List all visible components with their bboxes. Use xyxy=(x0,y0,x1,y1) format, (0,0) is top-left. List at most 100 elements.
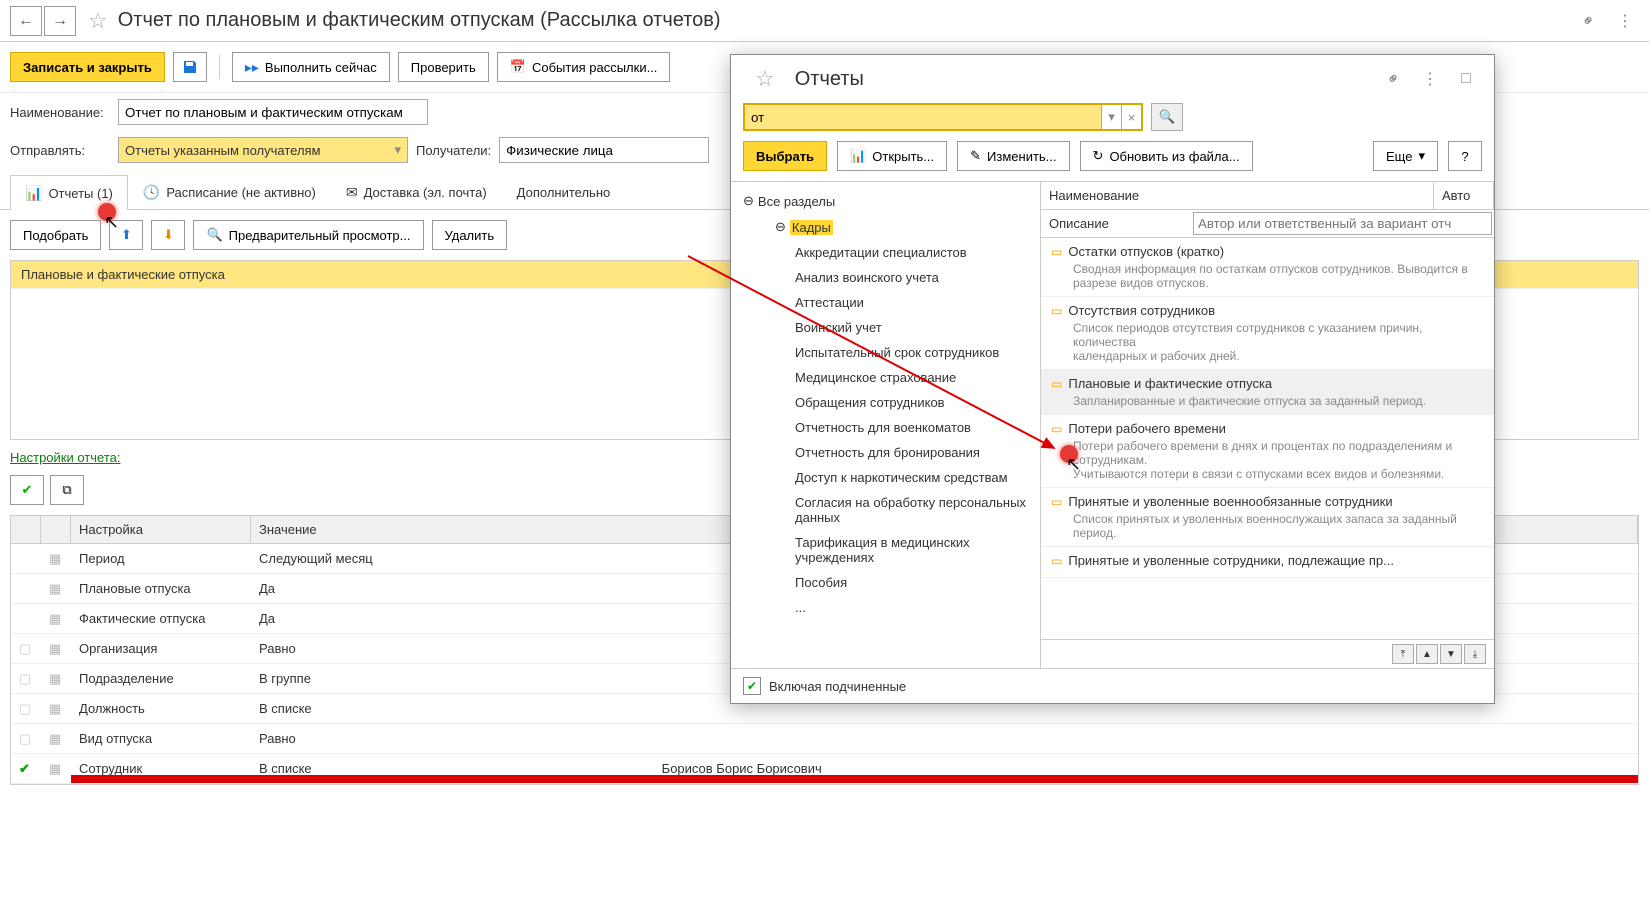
tree-item[interactable]: Тарификация в медицинских учреждениях xyxy=(735,530,1036,570)
tree-item[interactable]: Анализ воинского учета xyxy=(735,265,1036,290)
run-now-button[interactable]: ▸▸Выполнить сейчас xyxy=(232,52,390,82)
list-item-title: Принятые и уволенные военнообязанные сот… xyxy=(1068,494,1392,509)
tree-item[interactable]: Пособия xyxy=(735,570,1036,595)
setting-name: Плановые отпуска xyxy=(71,577,251,600)
tree-item[interactable]: Отчетность для военкоматов xyxy=(735,415,1036,440)
select-button[interactable]: Выбрать xyxy=(743,141,827,171)
list-item-desc: Сводная информация по остаткам отпусков … xyxy=(1051,262,1484,290)
setting-name: Должность xyxy=(71,697,251,720)
setting-icon: ▦ xyxy=(49,701,61,716)
tree-root[interactable]: ⊖ Все разделы xyxy=(735,188,1036,214)
help-button[interactable]: ? xyxy=(1448,141,1482,171)
row-checkbox[interactable]: ✔ xyxy=(11,757,41,781)
list-item-title: Остатки отпусков (кратко) xyxy=(1068,244,1224,259)
calendar-icon: 📅 xyxy=(510,59,526,75)
tab-more[interactable]: Дополнительно xyxy=(502,175,626,209)
delete-button[interactable]: Удалить xyxy=(432,220,508,250)
tree-item[interactable]: Испытательный срок сотрудников xyxy=(735,340,1036,365)
move-down-button[interactable]: ⬇ xyxy=(151,220,185,250)
events-button[interactable]: 📅События рассылки... xyxy=(497,52,671,82)
list-item[interactable]: ▭ Остатки отпусков (кратко) Сводная информ… xyxy=(1041,238,1494,297)
favorite-star-icon[interactable]: ☆ xyxy=(88,8,108,34)
row-checkbox[interactable]: ▢ xyxy=(11,697,41,721)
setting-value[interactable]: Равно xyxy=(251,727,1638,750)
row-checkbox[interactable] xyxy=(11,615,41,623)
settings-row[interactable]: ▢▦Вид отпускаРавно xyxy=(11,724,1638,754)
tree-item[interactable]: Медицинское страхование xyxy=(735,365,1036,390)
pick-button[interactable]: Подобрать xyxy=(10,220,101,250)
edit-button[interactable]: ✎Изменить... xyxy=(957,141,1069,171)
list-item[interactable]: ▭Принятые и уволенные сотрудники, подлеж… xyxy=(1041,547,1494,578)
title-bar: ← → ☆ Отчет по плановым и фактическим от… xyxy=(0,0,1649,42)
name-input[interactable] xyxy=(118,99,428,125)
tree-item[interactable]: Отчетность для бронирования xyxy=(735,440,1036,465)
row-checkbox[interactable]: ▢ xyxy=(11,637,41,661)
tab-delivery[interactable]: ✉Доставка (эл. почта) xyxy=(331,175,502,209)
tab-schedule[interactable]: 🕓Расписание (не активно) xyxy=(128,175,331,209)
setting-icon: ▦ xyxy=(49,671,61,686)
nav-last[interactable]: ⤓ xyxy=(1464,644,1486,664)
tree-item[interactable]: ... xyxy=(735,595,1036,620)
page-title: Отчет по плановым и фактическим отпускам… xyxy=(118,9,721,32)
settings-row[interactable]: ✔▦СотрудникВ спискеБорисов Борис Борисов… xyxy=(11,754,1638,784)
send-select[interactable]: Отчеты указанным получателям ▾ xyxy=(118,137,408,163)
save-and-close-button[interactable]: Записать и закрыть xyxy=(10,52,165,82)
link-icon[interactable]: ⚭ xyxy=(1575,7,1603,35)
nav-first[interactable]: ⤒ xyxy=(1392,644,1414,664)
chevron-down-icon: ▾ xyxy=(1418,148,1425,164)
open-button[interactable]: 📊Открыть... xyxy=(837,141,947,171)
row-checkbox[interactable] xyxy=(11,585,41,593)
search-go-button[interactable]: 🔍 xyxy=(1151,103,1183,131)
include-sub-checkbox[interactable]: ✔ xyxy=(743,677,761,695)
report-icon: ▭ xyxy=(1051,422,1062,436)
popup-link-icon[interactable]: ⚭ xyxy=(1380,65,1408,93)
reports-popup: ☆ Отчеты ⚭ ⋮ □ ▾ × 🔍 Выбрать 📊Открыть...… xyxy=(730,54,1495,704)
setting-name: Период xyxy=(71,547,251,570)
list-item[interactable]: ▭Принятые и уволенные военнообязанные со… xyxy=(1041,488,1494,547)
popup-toolbar: Выбрать 📊Открыть... ✎Изменить... ↻Обнови… xyxy=(731,141,1494,181)
settings-copy-button[interactable]: ⧉ xyxy=(50,475,84,505)
annotation-dot-1 xyxy=(98,203,116,221)
search-input[interactable] xyxy=(745,105,1101,129)
recipients-input[interactable] xyxy=(499,137,709,163)
row-checkbox[interactable]: ▢ xyxy=(11,727,41,751)
popup-footer: ✔ Включая подчиненные xyxy=(731,668,1494,703)
save-button[interactable] xyxy=(173,52,207,82)
nav-up[interactable]: ▲ xyxy=(1416,644,1438,664)
kebab-menu-icon[interactable]: ⋮ xyxy=(1611,7,1639,35)
list-items[interactable]: ▭ Остатки отпусков (кратко) Сводная информ… xyxy=(1041,238,1494,639)
tree-panel[interactable]: ⊖ Все разделы ⊖ Кадры Аккредитации специ… xyxy=(731,182,1041,668)
list-item[interactable]: ▭Отсутствия сотрудниковСписок периодов о… xyxy=(1041,297,1494,370)
tree-item[interactable]: Согласия на обработку персональных данны… xyxy=(735,490,1036,530)
tree-item[interactable]: Воинский учет xyxy=(735,315,1036,340)
tree-item[interactable]: Аттестации xyxy=(735,290,1036,315)
play-icon: ▸▸ xyxy=(245,59,259,76)
row-checkbox[interactable]: ▢ xyxy=(11,667,41,691)
row-checkbox[interactable] xyxy=(11,555,41,563)
arrow-up-icon: ⬆ xyxy=(121,227,132,243)
tree-item[interactable]: Аккредитации специалистов xyxy=(735,240,1036,265)
tree-item[interactable]: Доступ к наркотическим средствам xyxy=(735,465,1036,490)
more-button[interactable]: Еще ▾ xyxy=(1373,141,1438,171)
report-icon: ▭ xyxy=(1051,245,1062,259)
tree-item[interactable]: Обращения сотрудников xyxy=(735,390,1036,415)
search-dropdown-button[interactable]: ▾ xyxy=(1101,105,1121,129)
tree-section-kadry[interactable]: ⊖ Кадры xyxy=(735,214,1036,240)
search-clear-button[interactable]: × xyxy=(1121,105,1141,129)
popup-star-icon[interactable]: ☆ xyxy=(755,66,775,92)
refresh-from-file-button[interactable]: ↻Обновить из файла... xyxy=(1080,141,1253,171)
setting-icon: ▦ xyxy=(49,611,61,626)
author-filter-input[interactable] xyxy=(1193,212,1492,235)
nav-down[interactable]: ▼ xyxy=(1440,644,1462,664)
check-button[interactable]: Проверить xyxy=(398,52,489,82)
preview-button[interactable]: 🔍Предварительный просмотр... xyxy=(193,220,423,250)
popup-kebab-icon[interactable]: ⋮ xyxy=(1416,65,1444,93)
forward-button[interactable]: → xyxy=(44,6,76,36)
move-up-button[interactable]: ⬆ xyxy=(109,220,143,250)
list-item[interactable]: ▭Плановые и фактические отпускаЗапланиро… xyxy=(1041,370,1494,415)
list-item[interactable]: ▭Потери рабочего времениПотери рабочего … xyxy=(1041,415,1494,488)
popup-maximize-icon[interactable]: □ xyxy=(1452,65,1480,93)
magnifier-icon: 🔍 xyxy=(206,227,222,243)
settings-check-button[interactable]: ✔ xyxy=(10,475,44,505)
back-button[interactable]: ← xyxy=(10,6,42,36)
